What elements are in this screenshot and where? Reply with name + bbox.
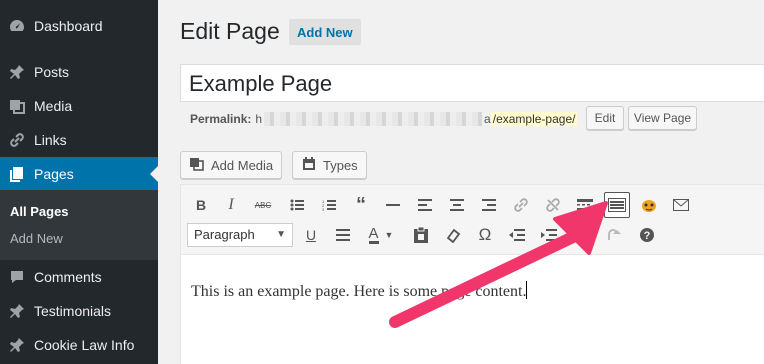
permalink-blurred-domain (264, 112, 483, 126)
permalink-url-start: h (255, 112, 263, 126)
add-new-button[interactable]: Add New (289, 19, 361, 45)
align-right-icon[interactable] (477, 193, 501, 217)
plugin-icon[interactable] (637, 193, 661, 217)
editor-toolbar: B I ABC 123 “ Paragraph ▼ U A ▼ Ω ? (181, 185, 764, 255)
link-icon (0, 131, 34, 149)
italic-icon[interactable]: I (219, 193, 243, 217)
add-media-label: Add Media (211, 157, 274, 173)
redo-icon[interactable] (601, 223, 625, 247)
blockquote-icon[interactable]: “ (349, 193, 373, 217)
sidebar-item-links[interactable]: Links (0, 123, 158, 157)
editor-content-text: This is an example page. Here is some pa… (191, 283, 527, 300)
permalink-edit-button[interactable]: Edit (586, 106, 624, 130)
permalink-row: Permalink: h a /example-page/ (190, 110, 578, 128)
types-label: Types (323, 157, 358, 173)
cookie-icon (0, 336, 34, 354)
add-media-button[interactable]: Add Media (180, 151, 283, 179)
sidebar-item-media[interactable]: Media (0, 89, 158, 123)
sidebar-item-dashboard[interactable]: Dashboard (0, 9, 158, 43)
indent-icon[interactable] (537, 223, 561, 247)
special-character-icon[interactable]: Ω (473, 223, 497, 247)
types-icon (301, 156, 317, 175)
testimonials-icon (0, 302, 34, 320)
text-caret (526, 281, 528, 299)
title-input[interactable]: Example Page (180, 64, 764, 102)
permalink-label: Permalink: (190, 112, 252, 126)
sidebar-item-label: Media (34, 98, 73, 114)
types-button[interactable]: Types (292, 151, 367, 179)
paste-text-icon[interactable] (409, 223, 433, 247)
sidebar-item-posts[interactable]: Posts (0, 55, 158, 89)
sidebar-item-label: Dashboard (34, 18, 103, 34)
remove-link-icon[interactable] (541, 193, 565, 217)
sidebar-item-label: Links (34, 132, 67, 148)
admin-sidebar: Dashboard Posts Media Links Pages All Pa… (0, 0, 158, 364)
align-left-icon[interactable] (413, 193, 437, 217)
add-media-icon (189, 156, 205, 175)
horizontal-rule-icon[interactable] (381, 193, 405, 217)
strikethrough-icon[interactable]: ABC (251, 193, 275, 217)
view-page-button[interactable]: View Page (628, 106, 697, 130)
sidebar-item-label: Posts (34, 64, 70, 80)
clear-formatting-icon[interactable] (441, 223, 465, 247)
editor-content[interactable]: This is an example page. Here is some pa… (191, 281, 528, 301)
svg-text:?: ? (644, 230, 651, 242)
sidebar-item-label: Pages (34, 166, 74, 182)
insert-link-icon[interactable] (509, 193, 533, 217)
media-icon (0, 97, 34, 115)
sidebar-item-label: Testimonials (34, 303, 112, 319)
toolbar-toggle-icon[interactable] (604, 192, 630, 218)
bold-icon[interactable]: B (189, 193, 213, 217)
bullet-list-icon[interactable] (285, 193, 309, 217)
email-icon[interactable] (669, 193, 693, 217)
justify-icon[interactable] (331, 223, 355, 247)
pin-icon (0, 63, 34, 81)
content-editor: B I ABC 123 “ Paragraph ▼ U A ▼ Ω ? This… (180, 184, 764, 364)
permalink-url-mid: a (484, 112, 491, 126)
help-icon[interactable]: ? (635, 223, 659, 247)
sidebar-item-label: Comments (34, 269, 102, 285)
submenu-item-add-new[interactable]: Add New (10, 231, 63, 246)
undo-icon[interactable] (569, 223, 593, 247)
align-center-icon[interactable] (445, 193, 469, 217)
sidebar-item-testimonials[interactable]: Testimonials (0, 294, 158, 328)
sidebar-item-label: Cookie Law Info (34, 337, 135, 353)
text-color-icon[interactable]: A ▼ (363, 223, 399, 247)
underline-icon[interactable]: U (299, 223, 323, 247)
permalink-slug[interactable]: /example-page/ (490, 112, 578, 126)
numbered-list-icon[interactable]: 123 (317, 193, 341, 217)
sidebar-item-pages[interactable]: Pages (0, 157, 158, 191)
sidebar-item-cookie-law-info[interactable]: Cookie Law Info (0, 328, 158, 362)
outdent-icon[interactable] (505, 223, 529, 247)
format-select-value: Paragraph (194, 227, 255, 242)
read-more-icon[interactable] (573, 193, 597, 217)
format-select[interactable]: Paragraph ▼ (187, 223, 293, 247)
submenu-item-all-pages[interactable]: All Pages (10, 204, 69, 219)
pages-icon (0, 165, 34, 183)
comments-icon (0, 268, 34, 286)
dashboard-icon (0, 17, 34, 35)
svg-text:3: 3 (322, 207, 325, 211)
sidebar-item-comments[interactable]: Comments (0, 260, 158, 294)
chevron-down-icon: ▼ (276, 229, 286, 240)
pages-submenu: All Pages Add New (0, 190, 158, 260)
page-title: Edit Page (180, 18, 280, 44)
